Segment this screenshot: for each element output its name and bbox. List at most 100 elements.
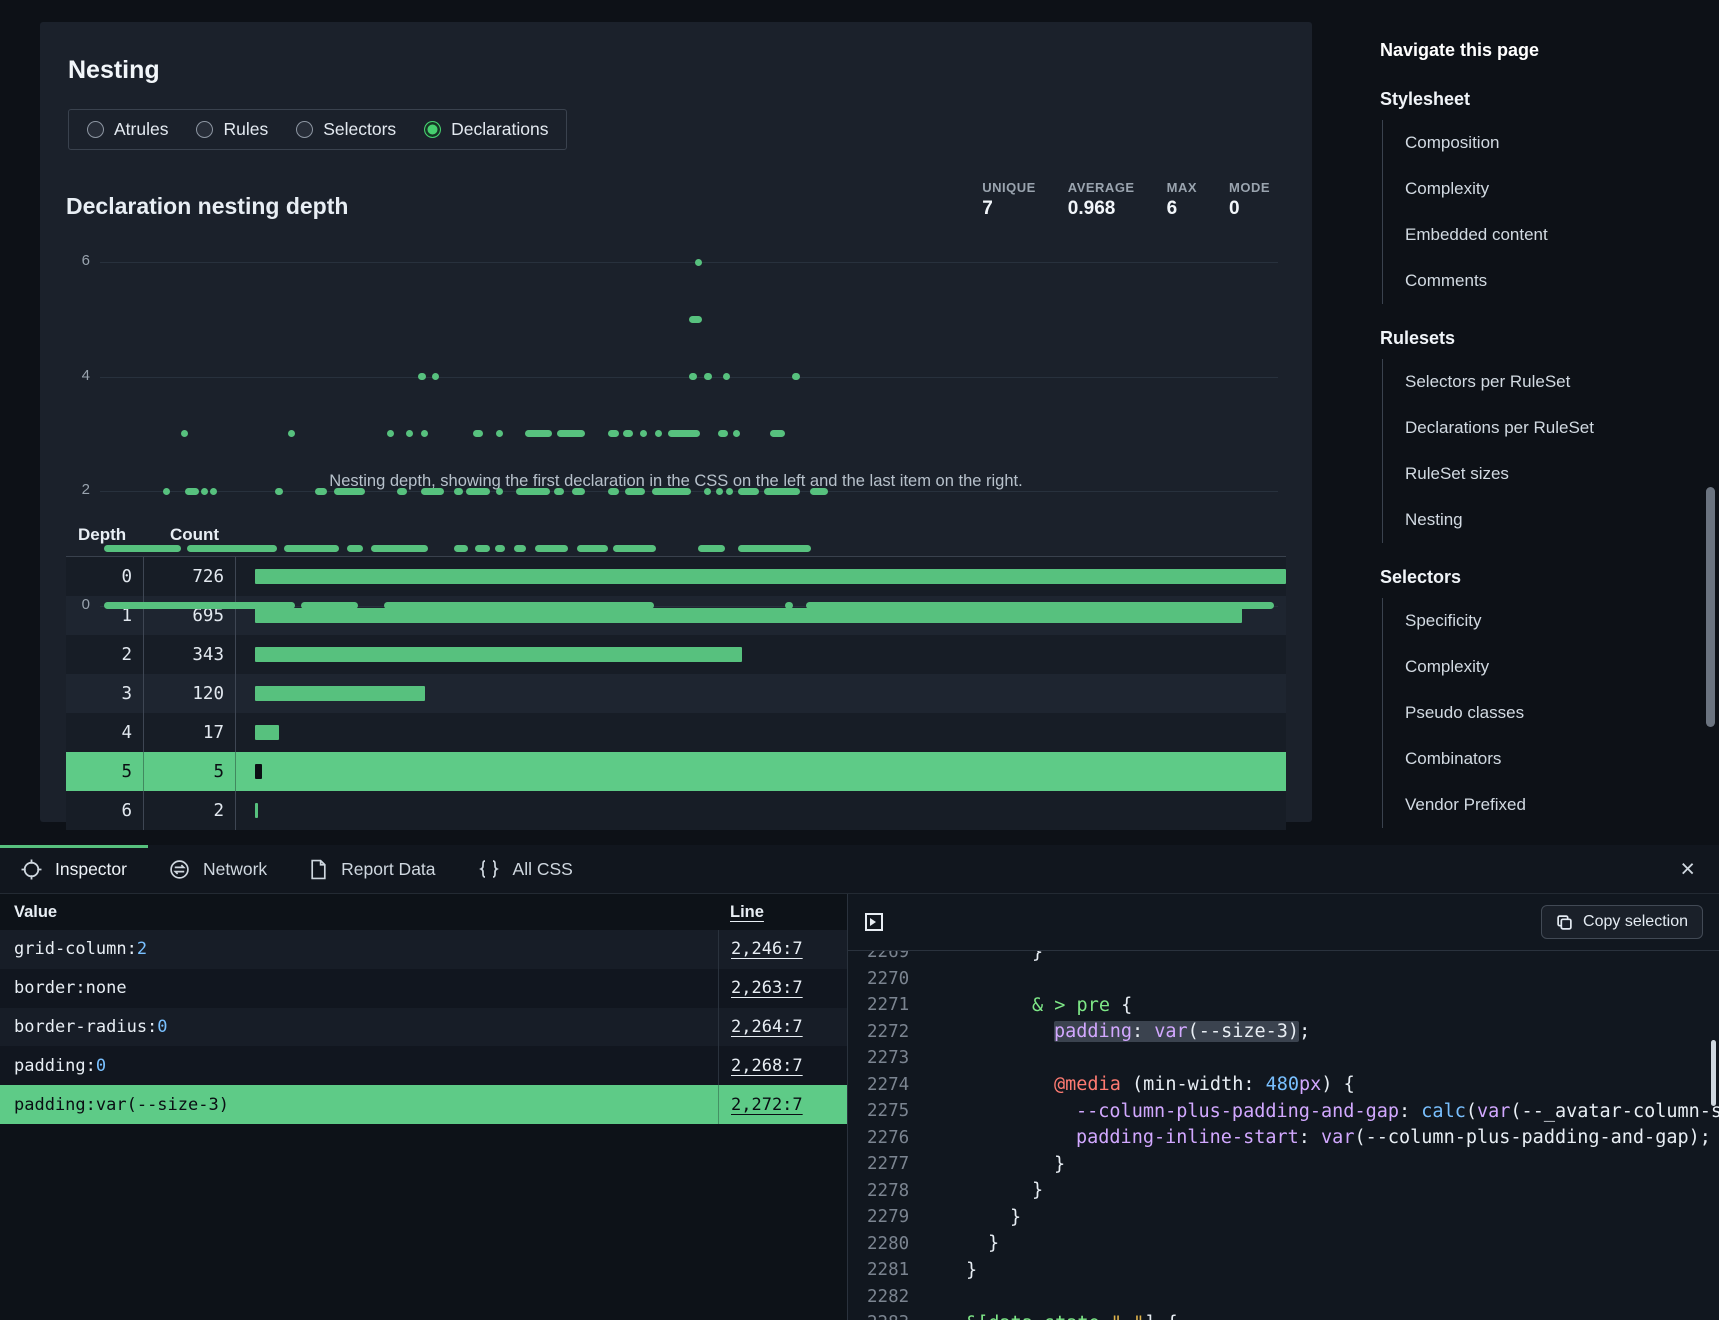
- table-row-depth-4[interactable]: 417: [66, 713, 1286, 752]
- sidebar-group-selectors: Selectors: [1380, 567, 1675, 588]
- declaration-property: padding:: [14, 1056, 96, 1076]
- sidebar-item-nesting[interactable]: Nesting: [1383, 497, 1675, 543]
- scatter-dot-run: [418, 373, 426, 380]
- value-column-header: Value: [0, 903, 718, 922]
- radio-option-selectors[interactable]: Selectors: [296, 119, 396, 140]
- sidebar-item-ruleset-sizes[interactable]: RuleSet sizes: [1383, 451, 1675, 497]
- table-row-depth-6[interactable]: 62: [66, 791, 1286, 830]
- code-token: ;: [1299, 1021, 1310, 1042]
- inspector-panel: InspectorNetworkReport DataAll CSS × Val…: [0, 845, 1719, 1320]
- stat-value: 0.968: [1068, 198, 1135, 220]
- page-scrollbar[interactable]: [1706, 0, 1716, 845]
- y-axis-tick-label: 0: [66, 596, 90, 613]
- line-link[interactable]: 2,264:7: [731, 1017, 803, 1037]
- active-tab-indicator: [0, 845, 148, 848]
- radio-circle-icon[interactable]: [296, 121, 313, 138]
- sidebar-item-vendor-prefixed[interactable]: Vendor Prefixed: [1383, 782, 1675, 828]
- sidebar-item-selectors-per-ruleset[interactable]: Selectors per RuleSet: [1383, 359, 1675, 405]
- sidebar-item-specificity[interactable]: Specificity: [1383, 598, 1675, 644]
- scatter-dot-run: [334, 488, 364, 495]
- radio-circle-icon[interactable]: [87, 121, 104, 138]
- page-scrollbar-thumb[interactable]: [1706, 487, 1715, 727]
- sidebar-group-rulesets: Rulesets: [1380, 328, 1675, 349]
- sidebar-item-combinators[interactable]: Combinators: [1383, 736, 1675, 782]
- scatter-dot-run: [421, 430, 428, 437]
- line-link[interactable]: 2,272:7: [731, 1095, 803, 1115]
- line-cell: 2,264:7: [718, 1008, 847, 1047]
- code-content: &[data-state="…"] {: [926, 1313, 1178, 1320]
- line-link[interactable]: 2,246:7: [731, 939, 803, 959]
- sidebar-item-complexity[interactable]: Complexity: [1383, 166, 1675, 212]
- scatter-plot-area: [104, 244, 1274, 456]
- sidebar-item-comments[interactable]: Comments: [1383, 258, 1675, 304]
- radio-circle-icon[interactable]: [196, 121, 213, 138]
- scatter-dot-run: [577, 545, 609, 552]
- sidebar-group-items: SpecificityComplexityPseudo classesCombi…: [1382, 598, 1675, 828]
- tab-report-data[interactable]: Report Data: [288, 845, 456, 893]
- copy-icon: [1556, 914, 1573, 931]
- table-row-depth-0[interactable]: 0726: [66, 557, 1286, 596]
- sidebar-item-composition[interactable]: Composition: [1383, 120, 1675, 166]
- count-bar: [255, 569, 1286, 584]
- code-content: padding: var(--size-3);: [926, 1021, 1310, 1042]
- code-toolbar: Copy selection: [848, 894, 1719, 951]
- value-table-row[interactable]: padding: 02,268:7: [0, 1046, 847, 1085]
- scatter-dot-run: [608, 488, 619, 495]
- code-line-2279: 2279}: [848, 1204, 1719, 1231]
- table-row-depth-2[interactable]: 2343: [66, 635, 1286, 674]
- radio-option-rules[interactable]: Rules: [196, 119, 268, 140]
- line-column-header[interactable]: Line: [718, 903, 847, 922]
- scatter-dot-run: [810, 488, 829, 495]
- sidebar-item-complexity[interactable]: Complexity: [1383, 644, 1675, 690]
- line-number: 2279: [848, 1207, 926, 1227]
- depth-cell: 2: [66, 635, 144, 674]
- copy-selection-label: Copy selection: [1583, 913, 1688, 931]
- tab-network[interactable]: Network: [148, 845, 288, 893]
- depth-table-header: DepthCount: [66, 525, 1286, 557]
- depth-cell: 0: [66, 557, 144, 596]
- radio-option-atrules[interactable]: Atrules: [87, 119, 168, 140]
- nesting-card: Nesting Atrules Rules Selectors Declaration…: [40, 22, 1312, 822]
- line-number: 2270: [848, 969, 926, 989]
- depth-header-label: Depth: [66, 525, 144, 545]
- count-cell: 2: [144, 791, 236, 830]
- value-table-row[interactable]: grid-column: 22,246:7: [0, 930, 847, 969]
- sidebar-item-embedded-content[interactable]: Embedded content: [1383, 212, 1675, 258]
- code-token: (--_avatar-column-s: [1510, 1101, 1719, 1122]
- sidebar-item-pseudo-classes[interactable]: Pseudo classes: [1383, 690, 1675, 736]
- value-table-row[interactable]: border: none2,263:7: [0, 969, 847, 1008]
- table-row-depth-5[interactable]: 55: [66, 752, 1286, 791]
- code-token: :: [1399, 1101, 1421, 1122]
- table-row-depth-3[interactable]: 3120: [66, 674, 1286, 713]
- scatter-dot-run: [496, 430, 503, 437]
- value-table-row[interactable]: padding: var(--size-3)2,272:7: [0, 1085, 847, 1124]
- bar-cell: [236, 686, 1286, 701]
- code-token: px: [1299, 1074, 1321, 1095]
- scatter-dot-run: [315, 488, 328, 495]
- code-scrollbar-thumb[interactable]: [1711, 1040, 1716, 1106]
- selection-highlight: padding: var(--size-3): [1054, 1021, 1299, 1042]
- radio-circle-icon[interactable]: [424, 121, 441, 138]
- line-link[interactable]: 2,263:7: [731, 978, 803, 998]
- panel-toggle-icon[interactable]: [864, 912, 884, 932]
- page-title: Nesting: [68, 56, 1286, 85]
- y-axis-tick-label: 6: [66, 252, 90, 269]
- depth-table-header-spacer: [236, 525, 1286, 545]
- tab-all-css[interactable]: All CSS: [457, 845, 594, 893]
- line-number: 2273: [848, 1048, 926, 1068]
- scatter-dot-run: [406, 430, 413, 437]
- depth-cell: 3: [66, 674, 144, 713]
- sidebar-item-declarations-per-ruleset[interactable]: Declarations per RuleSet: [1383, 405, 1675, 451]
- copy-selection-button[interactable]: Copy selection: [1541, 905, 1703, 939]
- close-icon[interactable]: ×: [1676, 853, 1699, 886]
- depth-table-body: 07261695234331204175562: [66, 557, 1286, 830]
- line-number: 2275: [848, 1101, 926, 1121]
- radio-option-declarations[interactable]: Declarations: [424, 119, 548, 140]
- scatter-dot-run: [726, 488, 733, 495]
- scatter-dot-run: [384, 602, 654, 609]
- code-scroll-area[interactable]: 2269}22702271& > pre {2272padding: var(-…: [848, 951, 1719, 1320]
- tab-inspector[interactable]: Inspector: [0, 845, 148, 893]
- value-table-row[interactable]: border-radius: 02,264:7: [0, 1008, 847, 1047]
- line-link[interactable]: 2,268:7: [731, 1056, 803, 1076]
- scatter-dot-run: [704, 488, 711, 495]
